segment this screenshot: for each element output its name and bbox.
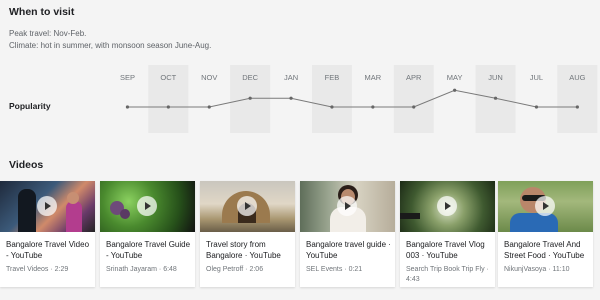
month-label: SEP — [120, 73, 135, 82]
month-label: DEC — [242, 73, 258, 82]
popularity-point — [371, 105, 375, 109]
video-channel: Travel Videos — [6, 266, 49, 273]
month-label: MAY — [447, 73, 463, 82]
popularity-point — [166, 105, 170, 109]
video-title[interactable]: Bangalore travel guide · YouTube — [306, 240, 392, 261]
popularity-chart: SEP OCT NOV DEC JAN FEB MAR APR MAY JUN JUL AUG — [120, 65, 598, 133]
month-label: JAN — [284, 73, 298, 82]
video-meta: NikunjVasoya · 11:10 — [504, 266, 570, 273]
videos-title: Videos — [9, 159, 44, 171]
video-thumbnail[interactable] — [200, 181, 295, 232]
play-icon[interactable] — [137, 196, 157, 216]
video-card[interactable]: Travel story from Bangalore · YouTube Ol… — [200, 181, 295, 287]
video-card[interactable]: Bangalore Travel And Street Food · YouTu… — [498, 181, 593, 287]
video-channel: NikunjVasoya — [504, 266, 547, 273]
popularity-point — [248, 96, 252, 100]
video-carousel: Bangalore Travel Video - YouTube Travel … — [0, 181, 600, 287]
popularity-point — [412, 105, 416, 109]
video-duration: 4:43 — [406, 275, 420, 283]
video-meta: SEL Events · 0:21 — [306, 266, 363, 273]
when-to-visit-title: When to visit — [9, 6, 75, 18]
month-label: JUN — [488, 73, 503, 82]
video-channel: Srinath Jayaram — [106, 266, 157, 273]
video-channel: Search Trip Book Trip Fly — [406, 266, 485, 273]
video-thumbnail[interactable] — [300, 181, 395, 232]
video-thumbnail[interactable] — [100, 181, 195, 232]
play-icon[interactable] — [437, 196, 457, 216]
month-label: APR — [406, 73, 422, 82]
climate-text: Climate: hot in summer, with monsoon sea… — [9, 40, 212, 50]
video-duration: 0:21 — [348, 266, 363, 273]
play-icon[interactable] — [237, 196, 257, 216]
popularity-point — [534, 105, 539, 109]
month-label: OCT — [160, 73, 176, 82]
video-title[interactable]: Bangalore Travel And Street Food · YouTu… — [504, 240, 590, 261]
peak-travel-text: Peak travel: Nov-Feb. — [9, 29, 87, 38]
video-title[interactable]: Bangalore Travel Guide - YouTube — [106, 240, 192, 261]
video-meta: Travel Videos · 2:29 — [6, 266, 69, 273]
video-card[interactable]: Bangalore travel guide · YouTube SEL Eve… — [300, 181, 395, 287]
video-meta: Srinath Jayaram · 6:48 — [106, 266, 177, 273]
month-label: MAR — [365, 73, 382, 82]
popularity-point — [207, 105, 211, 109]
video-duration: 2:06 — [249, 266, 264, 273]
month-label: AUG — [569, 73, 585, 82]
video-channel: Oleg Petroff — [206, 266, 244, 273]
play-icon[interactable] — [535, 196, 555, 216]
play-icon[interactable] — [37, 196, 57, 216]
video-meta: Oleg Petroff · 2:06 — [206, 266, 264, 273]
video-card[interactable]: Bangalore Travel Vlog 003 · YouTube Sear… — [400, 181, 495, 287]
video-duration: 11:10 — [552, 266, 570, 273]
visit-info: Peak travel: Nov-Feb. Climate: hot in su… — [9, 28, 211, 51]
video-card[interactable]: Bangalore Travel Guide - YouTube Srinath… — [100, 181, 195, 287]
video-meta: Search Trip Book Trip Fly · 4:43 — [406, 266, 489, 283]
video-channel: SEL Events — [306, 266, 343, 273]
popularity-label: Popularity — [9, 101, 51, 111]
video-title[interactable]: Travel story from Bangalore · YouTube — [206, 240, 292, 261]
month-label: NOV — [201, 73, 217, 82]
video-title[interactable]: Bangalore Travel Video - YouTube — [6, 240, 92, 261]
video-thumbnail[interactable] — [400, 181, 495, 232]
popularity-point — [493, 96, 498, 100]
video-card[interactable]: Bangalore Travel Video - YouTube Travel … — [0, 181, 95, 287]
video-title[interactable]: Bangalore Travel Vlog 003 · YouTube — [406, 240, 492, 261]
video-duration: 2:29 — [54, 266, 69, 273]
popularity-point — [575, 105, 579, 109]
popularity-point — [125, 105, 130, 109]
video-thumbnail[interactable] — [0, 181, 95, 232]
popularity-point — [330, 105, 334, 109]
popularity-point — [453, 88, 457, 92]
popularity-point — [289, 96, 293, 100]
play-icon[interactable] — [337, 196, 357, 216]
month-label: FEB — [325, 73, 340, 82]
month-label: JUL — [530, 73, 543, 82]
video-thumbnail[interactable] — [498, 181, 593, 232]
video-duration: 6:48 — [163, 266, 177, 273]
